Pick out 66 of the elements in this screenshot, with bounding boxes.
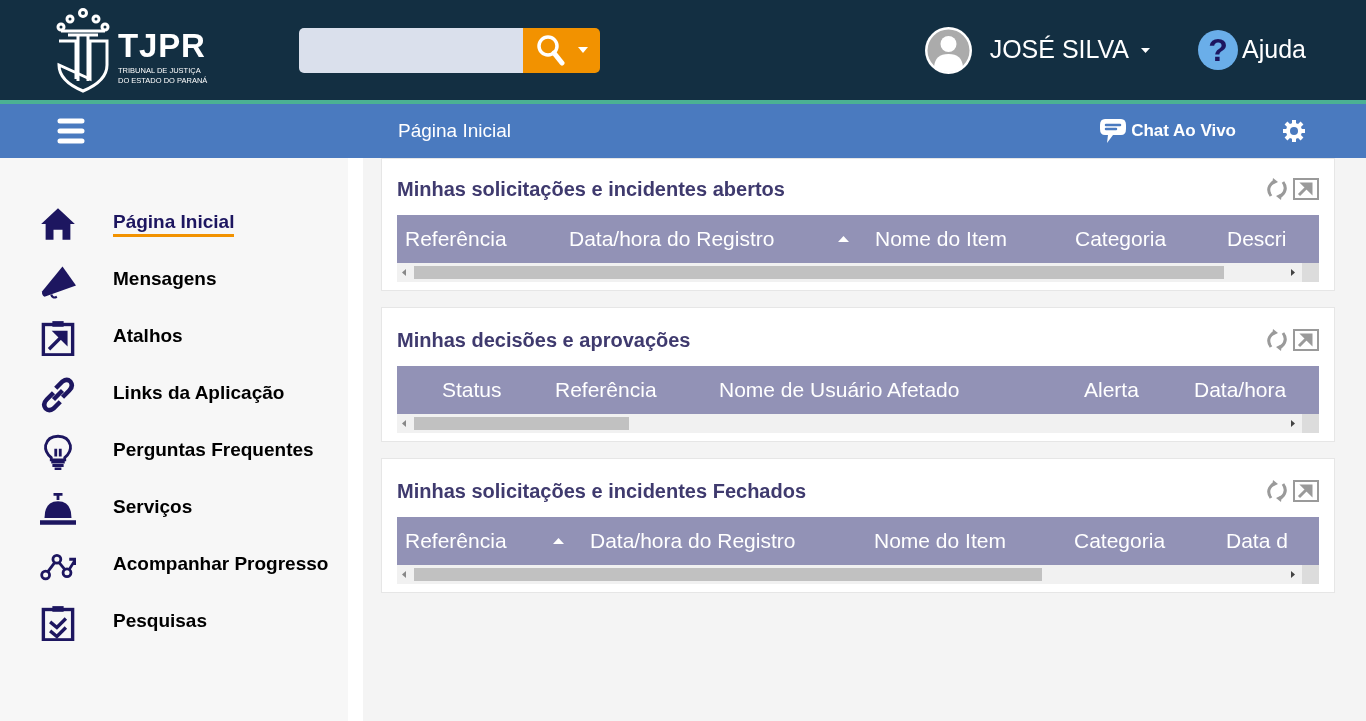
column-header[interactable]: Referência bbox=[397, 517, 582, 565]
sort-ascending-icon[interactable] bbox=[838, 236, 849, 242]
column-header[interactable]: Data/hora do Registro bbox=[582, 517, 866, 565]
scroll-left-icon[interactable] bbox=[402, 571, 406, 578]
sidebar-item[interactable]: Links da Aplicação bbox=[113, 381, 285, 408]
scrollbar-corner bbox=[1302, 565, 1319, 584]
expand-icon[interactable] bbox=[1293, 480, 1319, 502]
chat-button[interactable]: Chat Ao Vivo bbox=[1099, 117, 1236, 145]
horizontal-scrollbar[interactable] bbox=[397, 414, 1319, 433]
panel-title: Minhas decisões e aprovações bbox=[397, 328, 691, 353]
search-field[interactable] bbox=[299, 27, 523, 73]
scroll-right-icon[interactable] bbox=[1291, 269, 1295, 276]
search-icon bbox=[535, 34, 566, 66]
settings-icon[interactable] bbox=[1282, 119, 1306, 143]
column-header[interactable]: Nome de Usuário Afetado bbox=[713, 366, 1078, 414]
sort-ascending-icon[interactable] bbox=[553, 538, 564, 544]
scrollbar-corner bbox=[1302, 414, 1319, 433]
scroll-right-icon[interactable] bbox=[1291, 420, 1295, 427]
column-header[interactable]: Categoria bbox=[1067, 215, 1219, 263]
sidebar-item[interactable]: Serviços bbox=[113, 495, 193, 522]
column-header[interactable]: Data/hora bbox=[1188, 366, 1306, 414]
search-button[interactable] bbox=[523, 27, 600, 73]
column-header[interactable]: Nome do Item bbox=[866, 517, 1066, 565]
menu-icon[interactable] bbox=[57, 118, 85, 144]
sidebar-item[interactable]: Perguntas Frequentes bbox=[113, 438, 314, 465]
clipboard-check-icon bbox=[40, 604, 76, 641]
scroll-left-icon[interactable] bbox=[402, 269, 406, 276]
expand-icon[interactable] bbox=[1293, 178, 1319, 200]
refresh-icon[interactable] bbox=[1265, 177, 1289, 201]
scrollbar-corner bbox=[1302, 263, 1319, 282]
refresh-icon[interactable] bbox=[1265, 328, 1289, 352]
panel-title: Minhas solicitações e incidentes abertos bbox=[397, 177, 785, 202]
sidebar-item[interactable]: Pesquisas bbox=[113, 609, 207, 636]
expand-icon[interactable] bbox=[1293, 329, 1319, 351]
column-header[interactable]: Descri bbox=[1219, 215, 1319, 263]
column-header[interactable]: Referência bbox=[549, 366, 713, 414]
scroll-left-icon[interactable] bbox=[402, 420, 406, 427]
service-bell-icon bbox=[40, 490, 76, 527]
caret-icon bbox=[577, 47, 588, 53]
sidebar-item[interactable]: Atalhos bbox=[113, 324, 183, 351]
page-title: Página Inicial bbox=[398, 118, 512, 143]
panel-title: Minhas solicitações e incidentes Fechados bbox=[397, 479, 807, 504]
column-header[interactable]: Status bbox=[397, 366, 549, 414]
column-header[interactable]: Data d bbox=[1218, 517, 1318, 565]
scroll-right-icon[interactable] bbox=[1291, 571, 1295, 578]
sidebar-item[interactable]: Página Inicial bbox=[113, 210, 235, 237]
column-header[interactable]: Data/hora do Registro bbox=[561, 215, 867, 263]
horizontal-scrollbar[interactable] bbox=[397, 565, 1319, 584]
refresh-icon[interactable] bbox=[1265, 479, 1289, 503]
column-header[interactable]: Alerta bbox=[1078, 366, 1188, 414]
user-menu[interactable]: JOSÉ SILVA bbox=[989, 31, 1130, 69]
caret-icon bbox=[1141, 47, 1151, 53]
shield-logo-icon bbox=[56, 7, 110, 93]
link-icon bbox=[40, 376, 76, 413]
help-icon[interactable]: ? bbox=[1198, 30, 1239, 70]
column-header[interactable]: Nome do Item bbox=[867, 215, 1067, 263]
avatar-icon[interactable] bbox=[924, 26, 972, 74]
chat-bubble-icon bbox=[1099, 117, 1128, 145]
logo-text: TJPR bbox=[118, 28, 207, 63]
sidebar-item[interactable]: Acompanhar Progresso bbox=[113, 552, 329, 579]
column-header[interactable]: Referência bbox=[397, 215, 561, 263]
clipboard-arrow-icon bbox=[40, 319, 76, 356]
horizontal-scrollbar[interactable] bbox=[397, 263, 1319, 282]
column-header[interactable]: Categoria bbox=[1066, 517, 1218, 565]
help-link[interactable]: Ajuda bbox=[1242, 31, 1306, 69]
sidebar-item[interactable]: Mensagens bbox=[113, 267, 217, 294]
